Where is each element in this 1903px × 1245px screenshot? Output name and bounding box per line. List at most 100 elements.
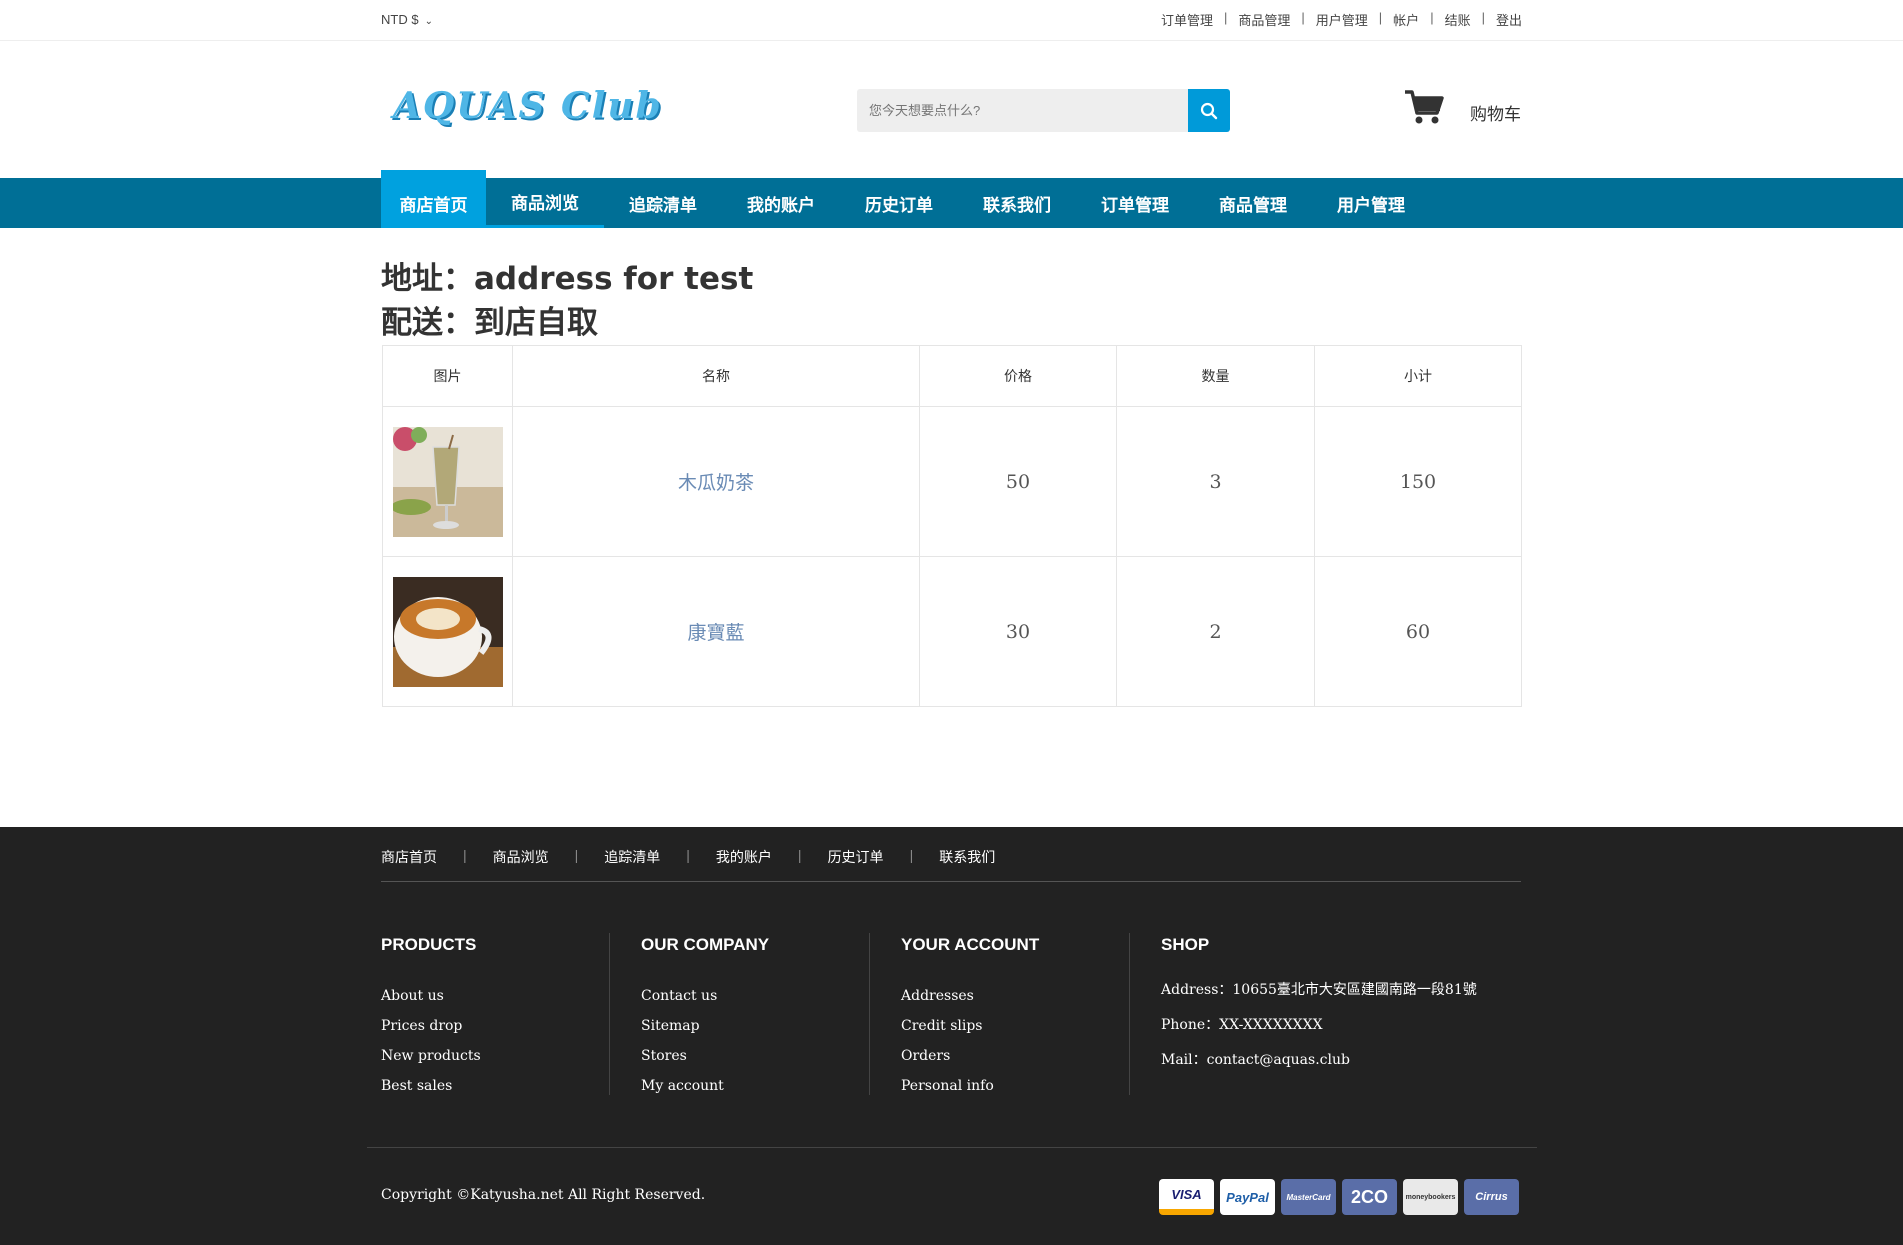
divider: | — [1481, 10, 1485, 25]
product-price: 30 — [919, 556, 1117, 707]
2co-icon: 2CO — [1342, 1179, 1397, 1215]
table-header-row: 图片 名称 价格 数量 小计 — [382, 345, 1522, 407]
divider: | — [574, 847, 579, 863]
footer-nav-my-account[interactable]: 我的账户 — [716, 847, 772, 867]
nav-item-order-history[interactable]: 历史订单 — [840, 178, 958, 228]
order-info: 地址：address for test 配送：到店自取 — [381, 257, 753, 345]
nav-item-product-admin[interactable]: 商品管理 — [1194, 178, 1312, 228]
column-divider — [869, 933, 870, 1095]
footer-link[interactable]: Stores — [641, 1041, 769, 1071]
shop-mail[interactable]: Mail：contact@aquas.club — [1161, 1043, 1477, 1078]
footer-link[interactable]: Addresses — [901, 981, 1039, 1011]
footer-link[interactable]: My account — [641, 1071, 769, 1101]
search-bar — [857, 89, 1230, 132]
table-row: 木瓜奶茶 50 3 150 — [382, 406, 1522, 557]
top-bar: NTD $ ⌄ 订单管理 | 商品管理 | 用户管理 | 帐户 | 结账 | 登出 — [0, 0, 1903, 41]
mastercard-icon: MasterCard — [1281, 1179, 1336, 1215]
search-button[interactable] — [1188, 89, 1230, 132]
top-link-checkout[interactable]: 结账 — [1445, 10, 1471, 29]
footer-link[interactable]: About us — [381, 981, 481, 1011]
top-link-user-admin[interactable]: 用户管理 — [1316, 10, 1368, 29]
nav-item-browse[interactable]: 商品浏览 — [486, 178, 604, 228]
site-logo[interactable]: AQUAS Club — [393, 85, 663, 127]
product-name[interactable]: 木瓜奶茶 — [512, 406, 920, 557]
footer-link[interactable]: New products — [381, 1041, 481, 1071]
product-price: 50 — [919, 406, 1117, 557]
product-subtotal: 60 — [1314, 556, 1522, 707]
footer-column-title: OUR COMPANY — [641, 935, 770, 954]
footer-column-title: YOUR ACCOUNT — [901, 935, 1040, 954]
product-quantity: 2 — [1116, 556, 1315, 707]
nav-item-home[interactable]: 商店首页 — [381, 170, 486, 228]
product-name[interactable]: 康寶藍 — [512, 556, 920, 707]
footer-link[interactable]: Sitemap — [641, 1011, 769, 1041]
top-links: 订单管理 | 商品管理 | 用户管理 | 帐户 | 结账 | 登出 — [1161, 10, 1522, 29]
footer-link[interactable]: Orders — [901, 1041, 1039, 1071]
product-quantity: 3 — [1116, 406, 1315, 557]
shop-phone: Phone：XX-XXXXXXXX — [1161, 1017, 1323, 1033]
divider: | — [909, 847, 914, 863]
product-image-latte-cup[interactable] — [392, 576, 503, 687]
top-link-account[interactable]: 帐户 — [1393, 10, 1419, 29]
footer-divider — [381, 881, 1521, 882]
search-input[interactable] — [857, 89, 1188, 132]
column-header-subtotal: 小计 — [1314, 345, 1522, 407]
column-header-image: 图片 — [382, 345, 513, 407]
divider: | — [686, 847, 690, 863]
payment-methods: VISA PayPal MasterCard 2CO moneybookers … — [1159, 1179, 1519, 1215]
product-subtotal: 150 — [1314, 406, 1522, 557]
product-image-cell — [382, 406, 513, 557]
column-divider — [1129, 933, 1130, 1095]
nav-item-user-admin[interactable]: 用户管理 — [1312, 178, 1430, 228]
column-divider — [609, 933, 610, 1095]
footer-nav-home[interactable]: 商店首页 — [381, 847, 437, 867]
footer-nav: 商店首页 | 商品浏览 | 追踪清单 | 我的账户 | 历史订单 | 联系我们 — [381, 847, 995, 867]
column-header-name: 名称 — [512, 345, 920, 407]
divider: | — [1430, 10, 1434, 25]
nav-item-tracking[interactable]: 追踪清单 — [604, 178, 722, 228]
divider: | — [1301, 10, 1305, 25]
divider: | — [1378, 10, 1383, 25]
address-line: 地址：address for test — [381, 261, 754, 297]
footer-link[interactable]: Personal info — [901, 1071, 1039, 1101]
footer-link[interactable]: Credit slips — [901, 1011, 1039, 1041]
footer-link[interactable]: Prices drop — [381, 1011, 481, 1041]
search-icon — [1200, 102, 1218, 119]
product-image-cell — [382, 556, 513, 707]
cirrus-icon: Cirrus — [1464, 1179, 1519, 1215]
top-link-product-admin[interactable]: 商品管理 — [1238, 10, 1290, 29]
divider: | — [797, 847, 802, 863]
nav-item-contact[interactable]: 联系我们 — [958, 178, 1076, 228]
visa-icon: VISA — [1159, 1179, 1214, 1215]
product-image-papaya-milk-tea[interactable] — [392, 426, 503, 537]
footer-nav-browse[interactable]: 商品浏览 — [493, 847, 549, 867]
footer-nav-order-history[interactable]: 历史订单 — [828, 847, 884, 867]
footer-link[interactable]: Contact us — [641, 981, 769, 1011]
table-row: 康寶藍 30 2 60 — [382, 556, 1522, 707]
cart-icon — [1405, 90, 1444, 124]
footer-link[interactable]: Best sales — [381, 1071, 481, 1101]
top-link-order-admin[interactable]: 订单管理 — [1161, 10, 1213, 29]
nav-item-order-admin[interactable]: 订单管理 — [1076, 178, 1194, 228]
cart-label: 购物车 — [1470, 104, 1521, 124]
copyright: Copyright ©Katyusha.net All Right Reserv… — [381, 1187, 706, 1203]
delivery-line: 配送：到店自取 — [381, 305, 598, 341]
currency-label: NTD $ — [381, 12, 419, 27]
column-header-quantity: 数量 — [1116, 345, 1315, 407]
footer-nav-contact[interactable]: 联系我们 — [939, 847, 995, 867]
shop-address: Address：10655臺北市大安區建國南路一段81號 — [1161, 982, 1477, 998]
footer-column-account: YOUR ACCOUNT Addresses Credit slips Orde… — [901, 935, 1039, 1101]
top-link-logout[interactable]: 登出 — [1496, 10, 1522, 29]
site-footer: 商店首页 | 商品浏览 | 追踪清单 | 我的账户 | 历史订单 | 联系我们 PRODU… — [0, 827, 1903, 1245]
currency-selector[interactable]: NTD $ ⌄ — [381, 12, 433, 27]
cart-link[interactable]: 购物车 — [1404, 89, 1521, 125]
chevron-down-icon: ⌄ — [424, 16, 433, 27]
nav-item-my-account[interactable]: 我的账户 — [722, 178, 840, 228]
main-nav: 商店首页 商品浏览 追踪清单 我的账户 历史订单 联系我们 订单管理 商品管理 … — [0, 170, 1903, 228]
footer-column-title: SHOP — [1161, 935, 1210, 954]
order-table: 图片 名称 价格 数量 小计 木瓜奶茶 50 3 150 康寶藍 30 2 60 — [382, 345, 1522, 707]
footer-column-products: PRODUCTS About us Prices drop New produc… — [381, 935, 481, 1101]
footer-column-title: PRODUCTS — [381, 935, 477, 954]
footer-nav-tracking[interactable]: 追踪清单 — [604, 847, 660, 867]
paypal-icon: PayPal — [1220, 1179, 1275, 1215]
